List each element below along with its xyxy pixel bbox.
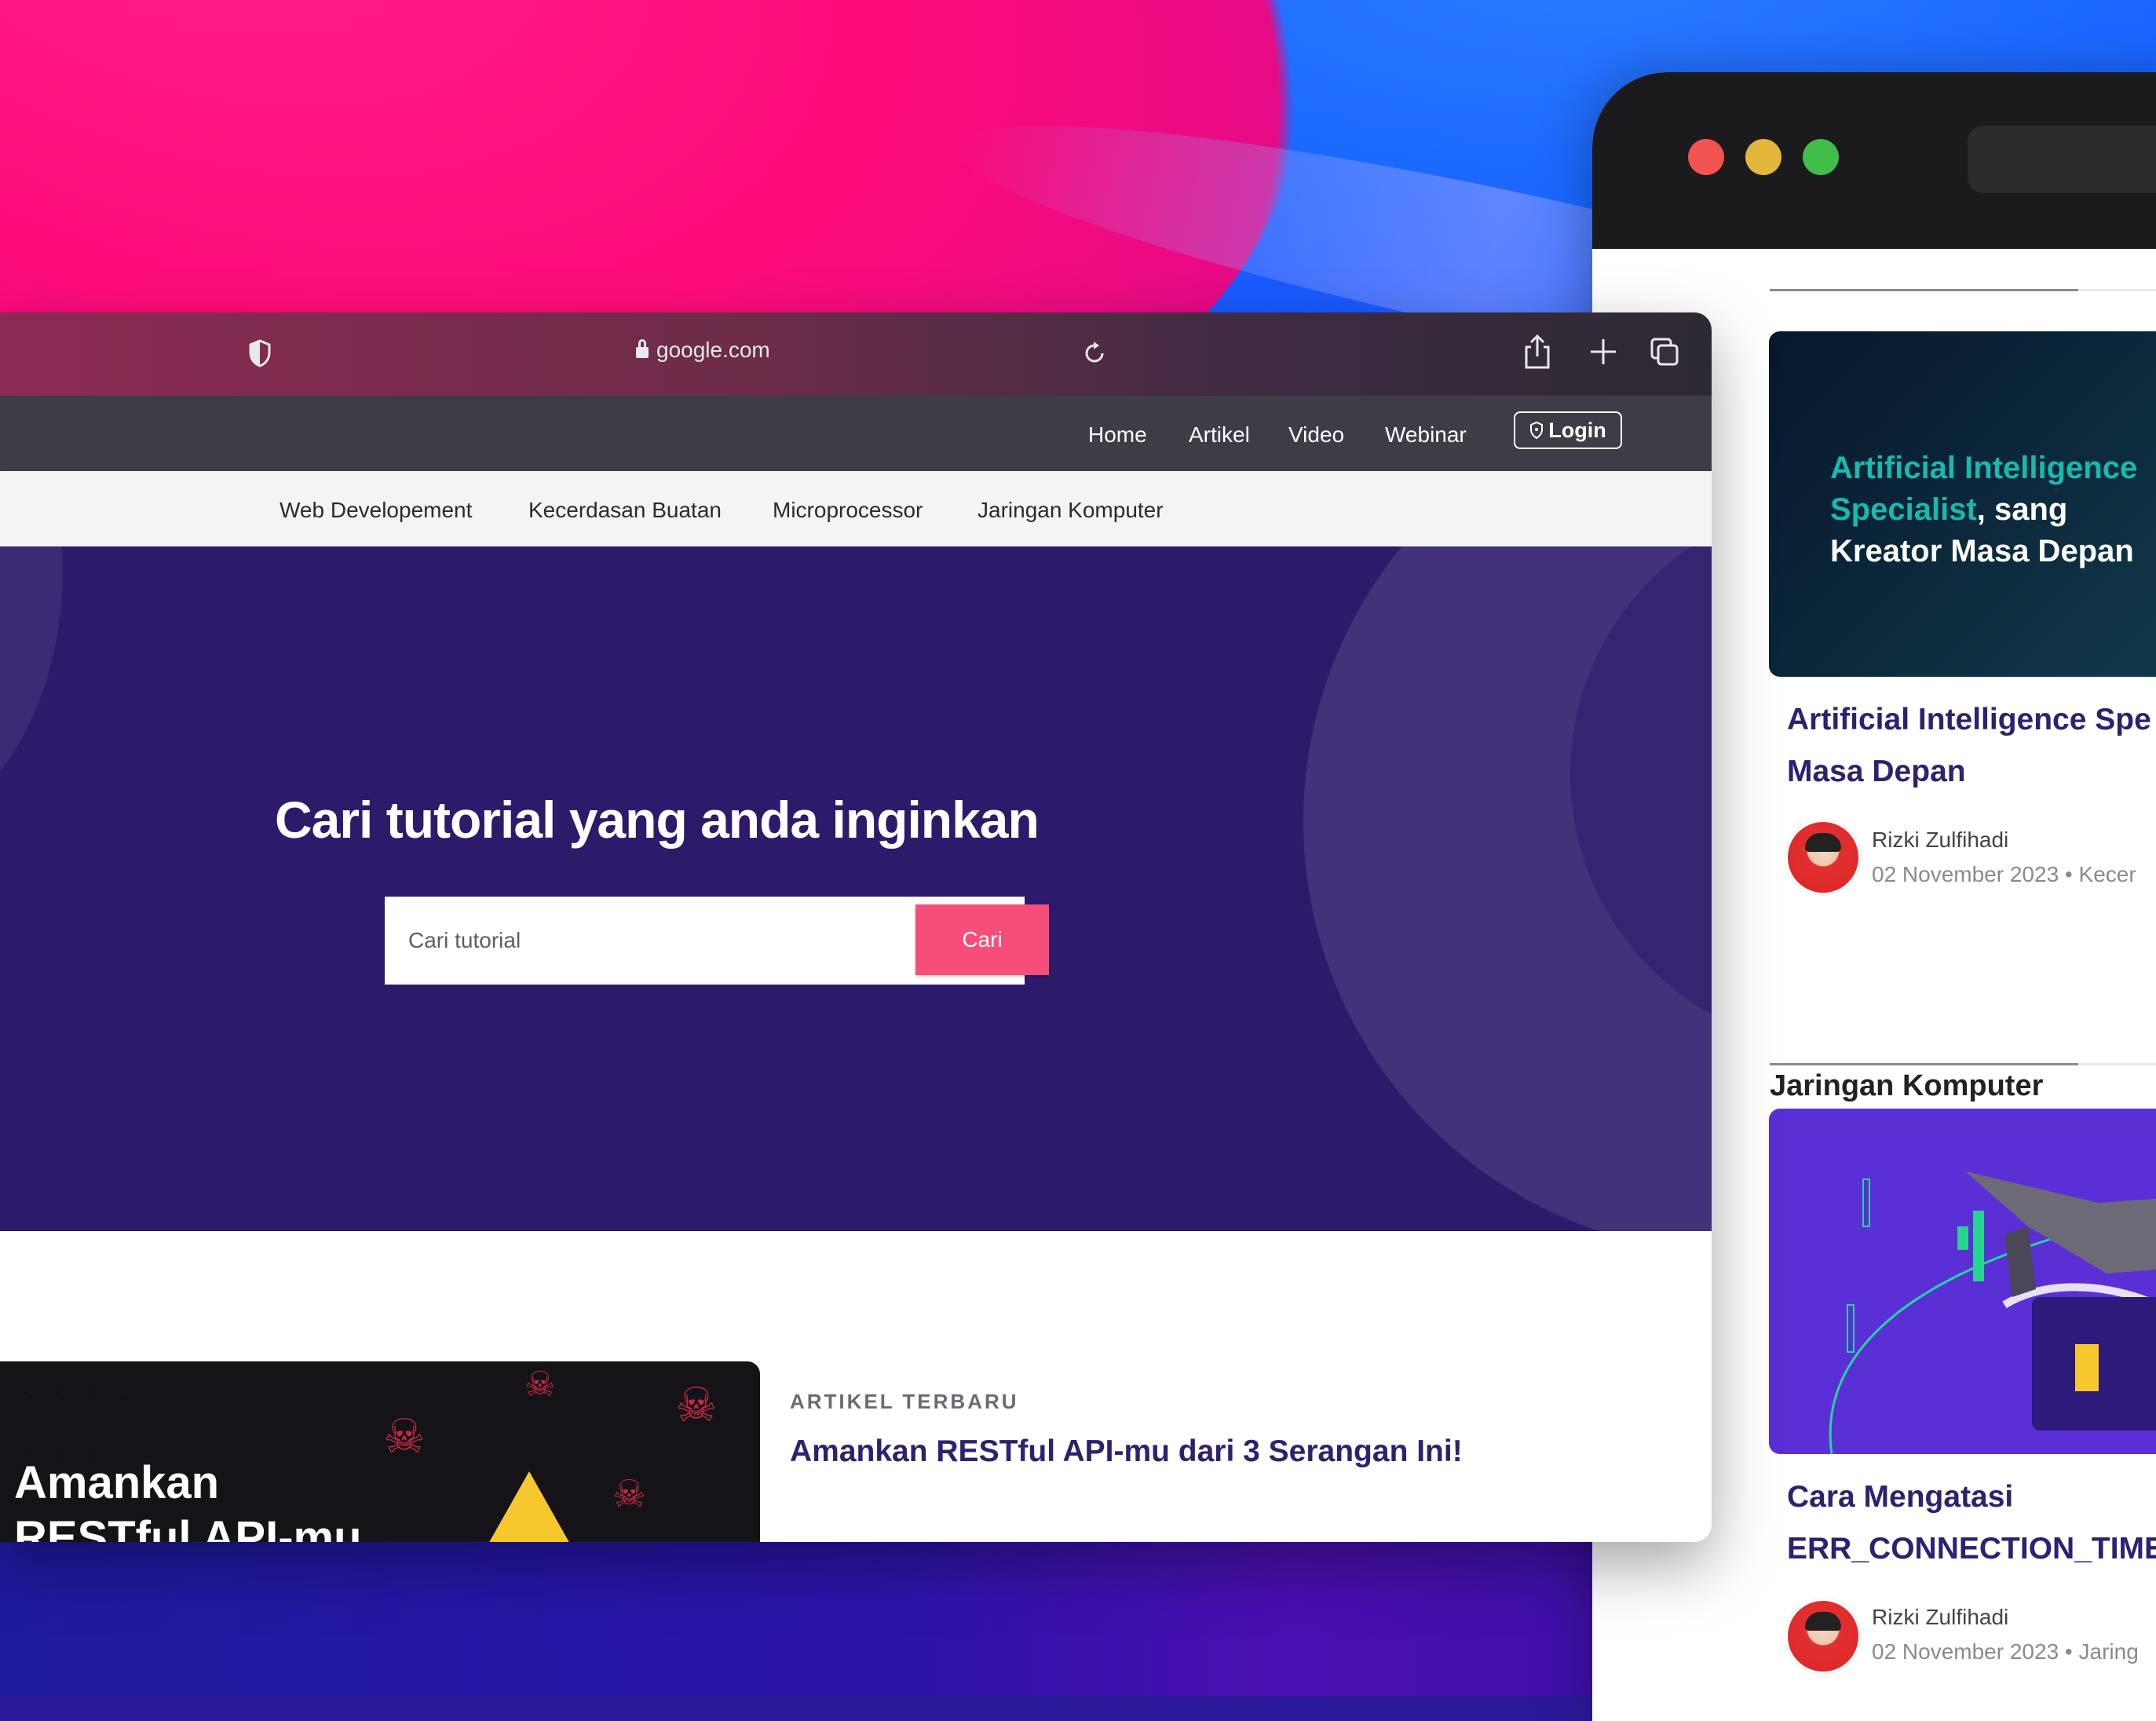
close-window-button[interactable] xyxy=(1688,139,1724,175)
lock-icon xyxy=(636,339,649,358)
skull-icon: ☠ xyxy=(524,1365,556,1404)
category-web-development[interactable]: Web Developement xyxy=(280,498,472,523)
address-bar[interactable]: google.com xyxy=(636,338,770,363)
share-icon[interactable] xyxy=(1522,333,1553,371)
site-navbar: Home Artikel Video Webinar Login xyxy=(0,396,1712,471)
minimize-window-button[interactable] xyxy=(1745,139,1781,175)
latest-kicker: ARTIKEL TERBARU xyxy=(790,1390,1019,1413)
category-kecerdasan-buatan[interactable]: Kecerdasan Buatan xyxy=(528,498,722,523)
section-heading: Jaringan Komputer xyxy=(1770,1069,2044,1102)
login-label: Login xyxy=(1548,418,1606,442)
plus-icon[interactable] xyxy=(1588,336,1619,367)
ai-thumbnail-text: Artificial Intelligence Specialist, sang… xyxy=(1830,451,2138,568)
shield-icon[interactable] xyxy=(248,339,272,367)
login-shield-icon xyxy=(1530,422,1544,439)
latest-article-thumbnail[interactable]: ☠ ☠ ☠ ☠ Amankan RESTful API-mu xyxy=(0,1361,760,1542)
section-divider xyxy=(1770,289,2156,291)
category-bar: Web Developement Kecerdasan Buatan Micro… xyxy=(0,471,1712,546)
network-article-title[interactable]: Cara Mengatasi ERR_CONNECTION_TIME xyxy=(1787,1471,2156,1575)
tabs-icon[interactable] xyxy=(1649,336,1680,367)
network-article-thumbnail[interactable] xyxy=(1769,1109,2156,1454)
nav-artikel[interactable]: Artikel xyxy=(1189,422,1250,448)
category-microprocessor[interactable]: Microprocessor xyxy=(773,498,923,523)
thumbnail-text: Amankan RESTful API-mu xyxy=(14,1457,362,1542)
nav-webinar[interactable]: Webinar xyxy=(1385,422,1467,448)
search-button[interactable]: Cari xyxy=(915,904,1049,975)
article-meta: 02 November 2023 • Jaring xyxy=(1872,1639,2139,1664)
login-button[interactable]: Login xyxy=(1514,411,1622,449)
browser-toolbar: google.com xyxy=(0,312,1712,396)
skull-icon: ☠ xyxy=(675,1379,718,1431)
avatar xyxy=(1785,1599,1861,1674)
hero-section: Cari tutorial yang anda inginkan Cari xyxy=(0,546,1712,1231)
address-text: google.com xyxy=(656,338,770,362)
nav-video[interactable]: Video xyxy=(1288,422,1344,448)
reload-icon[interactable] xyxy=(1079,338,1110,369)
nav-home[interactable]: Home xyxy=(1088,422,1147,448)
main-browser-window: google.com Home Artikel Video Webinar Lo xyxy=(0,312,1712,1542)
secondary-window-titlebar xyxy=(1592,72,2156,249)
ai-article-title[interactable]: Artificial Intelligence Spe Masa Depan xyxy=(1787,694,2151,798)
ai-article-thumbnail[interactable]: Artificial Intelligence Specialist, sang… xyxy=(1769,331,2156,677)
article-author: Rizki Zulfihadi xyxy=(1872,1605,2009,1629)
secondary-address-bar[interactable] xyxy=(1968,126,2156,193)
avatar xyxy=(1785,820,1861,895)
article-meta: 02 November 2023 • Kecer xyxy=(1872,862,2136,886)
dino-illustration xyxy=(1829,1171,2156,1454)
category-jaringan-komputer[interactable]: Jaringan Komputer xyxy=(978,498,1164,523)
skull-icon: ☠ xyxy=(383,1410,426,1463)
skull-icon: ☠ xyxy=(612,1474,647,1515)
warning-icon xyxy=(481,1471,578,1542)
article-author: Rizki Zulfihadi xyxy=(1872,828,2009,852)
zoom-window-button[interactable] xyxy=(1803,139,1839,175)
section-divider xyxy=(1770,1063,2156,1065)
hero-title: Cari tutorial yang anda inginkan xyxy=(275,791,1040,849)
latest-article-title[interactable]: Amankan RESTful API-mu dari 3 Serangan I… xyxy=(790,1429,1496,1474)
